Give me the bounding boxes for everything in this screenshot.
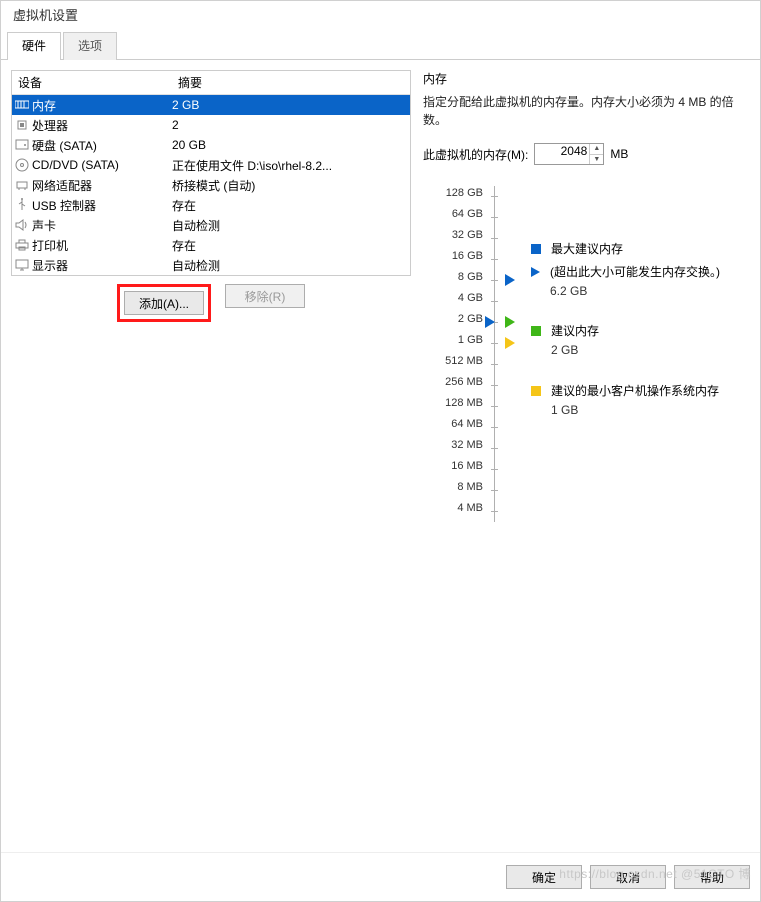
- memory-input[interactable]: 2048 ▲ ▼: [534, 143, 604, 165]
- hardware-summary: 自动检测: [172, 257, 410, 274]
- hardware-name: 声卡: [32, 217, 172, 234]
- memory-tick-label: 2 GB: [458, 309, 483, 330]
- hardware-summary: 自动检测: [172, 217, 410, 234]
- tab-hardware[interactable]: 硬件: [7, 32, 61, 60]
- display-icon: [12, 259, 32, 271]
- hardware-list[interactable]: 内存2 GB处理器2硬盘 (SATA)20 GBCD/DVD (SATA)正在使…: [12, 95, 410, 275]
- hardware-row-sound[interactable]: 声卡自动检测: [12, 215, 410, 235]
- memory-input-label: 此虚拟机的内存(M):: [423, 146, 528, 163]
- memory-tick-label: 64 MB: [451, 414, 483, 435]
- memory-description: 指定分配给此虚拟机的内存量。内存大小必须为 4 MB 的倍数。: [423, 93, 756, 129]
- memory-max-marker: [505, 274, 515, 286]
- add-button-highlight: 添加(A)...: [117, 284, 211, 322]
- memory-legend: 最大建议内存 (超出此大小可能发生内存交换。) 6.2 GB: [531, 183, 720, 519]
- sound-icon: [12, 219, 32, 231]
- col-device: 设备: [12, 71, 172, 94]
- tab-options[interactable]: 选项: [63, 32, 117, 60]
- hardware-row-printer[interactable]: 打印机存在: [12, 235, 410, 255]
- memory-spinner[interactable]: ▲ ▼: [589, 144, 603, 164]
- memory-slider-track[interactable]: [491, 186, 499, 519]
- memory-section-title: 内存: [423, 70, 756, 87]
- memory-chart: 128 GB64 GB32 GB16 GB8 GB4 GB2 GB1 GB512…: [423, 183, 756, 519]
- memory-tick-label: 8 MB: [457, 477, 483, 498]
- hardware-summary: 2: [172, 118, 410, 132]
- memory-tick-label: 4 MB: [457, 498, 483, 519]
- memory-tick-label: 32 MB: [451, 435, 483, 456]
- legend-max-triangle-icon: [531, 267, 540, 277]
- hardware-summary: 正在使用文件 D:\iso\rhel-8.2...: [172, 157, 410, 174]
- dialog-footer: 确定 取消 帮助: [1, 852, 760, 901]
- spinner-up-icon[interactable]: ▲: [590, 144, 603, 155]
- ok-button[interactable]: 确定: [506, 865, 582, 889]
- hardware-name: USB 控制器: [32, 197, 172, 214]
- memory-tick-labels: 128 GB64 GB32 GB16 GB8 GB4 GB2 GB1 GB512…: [423, 183, 483, 519]
- cancel-button[interactable]: 取消: [590, 865, 666, 889]
- tab-bar: 硬件 选项: [1, 31, 760, 59]
- spinner-down-icon[interactable]: ▼: [590, 155, 603, 165]
- hardware-summary: 2 GB: [172, 98, 410, 112]
- memory-recommended-marker: [505, 316, 515, 328]
- memory-settings-panel: 内存 指定分配给此虚拟机的内存量。内存大小必须为 4 MB 的倍数。 此虚拟机的…: [423, 70, 760, 842]
- usb-icon: [12, 198, 32, 212]
- memory-current-marker[interactable]: [485, 316, 495, 328]
- memory-tick-label: 8 GB: [458, 267, 483, 288]
- legend-max-value: 6.2 GB: [550, 283, 720, 300]
- hardware-name: 处理器: [32, 117, 172, 134]
- memory-unit: MB: [610, 147, 628, 161]
- cd-icon: [12, 158, 32, 172]
- hardware-name: 显示器: [32, 257, 172, 274]
- add-button[interactable]: 添加(A)...: [124, 291, 204, 315]
- memory-tick-label: 128 MB: [445, 393, 483, 414]
- memory-tick-label: 64 GB: [452, 204, 483, 225]
- hardware-row-cd[interactable]: CD/DVD (SATA)正在使用文件 D:\iso\rhel-8.2...: [12, 155, 410, 175]
- hardware-row-net[interactable]: 网络适配器桥接模式 (自动): [12, 175, 410, 195]
- hardware-row-usb[interactable]: USB 控制器存在: [12, 195, 410, 215]
- hardware-list-header: 设备 摘要: [12, 71, 410, 95]
- legend-rec-value: 2 GB: [551, 342, 599, 359]
- cpu-icon: [12, 118, 32, 132]
- memory-tick-label: 16 MB: [451, 456, 483, 477]
- net-icon: [12, 179, 32, 191]
- memory-tick-label: 1 GB: [458, 330, 483, 351]
- legend-min-value: 1 GB: [551, 402, 719, 419]
- hardware-name: 网络适配器: [32, 177, 172, 194]
- hardware-summary: 20 GB: [172, 138, 410, 152]
- memory-tick-label: 256 MB: [445, 372, 483, 393]
- legend-max-sub: (超出此大小可能发生内存交换。): [550, 264, 720, 281]
- hardware-row-cpu[interactable]: 处理器2: [12, 115, 410, 135]
- hardware-name: 打印机: [32, 237, 172, 254]
- disk-icon: [12, 139, 32, 151]
- memory-tick-label: 128 GB: [446, 183, 483, 204]
- memory-tick-label: 512 MB: [445, 351, 483, 372]
- legend-min-label: 建议的最小客户机操作系统内存: [551, 383, 719, 400]
- hardware-list-panel: 设备 摘要 内存2 GB处理器2硬盘 (SATA)20 GBCD/DVD (SA…: [11, 70, 411, 276]
- legend-rec-square-icon: [531, 326, 541, 336]
- memory-tick-label: 32 GB: [452, 225, 483, 246]
- legend-max-label: 最大建议内存: [551, 241, 623, 258]
- hardware-row-disk[interactable]: 硬盘 (SATA)20 GB: [12, 135, 410, 155]
- memory-min-marker: [505, 337, 515, 349]
- hardware-row-memory[interactable]: 内存2 GB: [12, 95, 410, 115]
- col-summary: 摘要: [172, 71, 410, 94]
- legend-max-square-icon: [531, 244, 541, 254]
- memory-input-value: 2048: [561, 144, 588, 158]
- memory-tick-label: 4 GB: [458, 288, 483, 309]
- hardware-name: 内存: [32, 97, 172, 114]
- hardware-name: 硬盘 (SATA): [32, 137, 172, 154]
- hardware-row-display[interactable]: 显示器自动检测: [12, 255, 410, 275]
- legend-min-square-icon: [531, 386, 541, 396]
- legend-rec-label: 建议内存: [551, 323, 599, 340]
- hardware-summary: 桥接模式 (自动): [172, 177, 410, 194]
- remove-button: 移除(R): [225, 284, 305, 308]
- hardware-summary: 存在: [172, 237, 410, 254]
- dialog-title: 虚拟机设置: [1, 1, 760, 31]
- hardware-summary: 存在: [172, 197, 410, 214]
- hardware-actions: 添加(A)... 移除(R): [11, 276, 411, 330]
- hardware-name: CD/DVD (SATA): [32, 158, 172, 172]
- printer-icon: [12, 239, 32, 251]
- memory-icon: [12, 100, 32, 110]
- memory-tick-label: 16 GB: [452, 246, 483, 267]
- help-button[interactable]: 帮助: [674, 865, 750, 889]
